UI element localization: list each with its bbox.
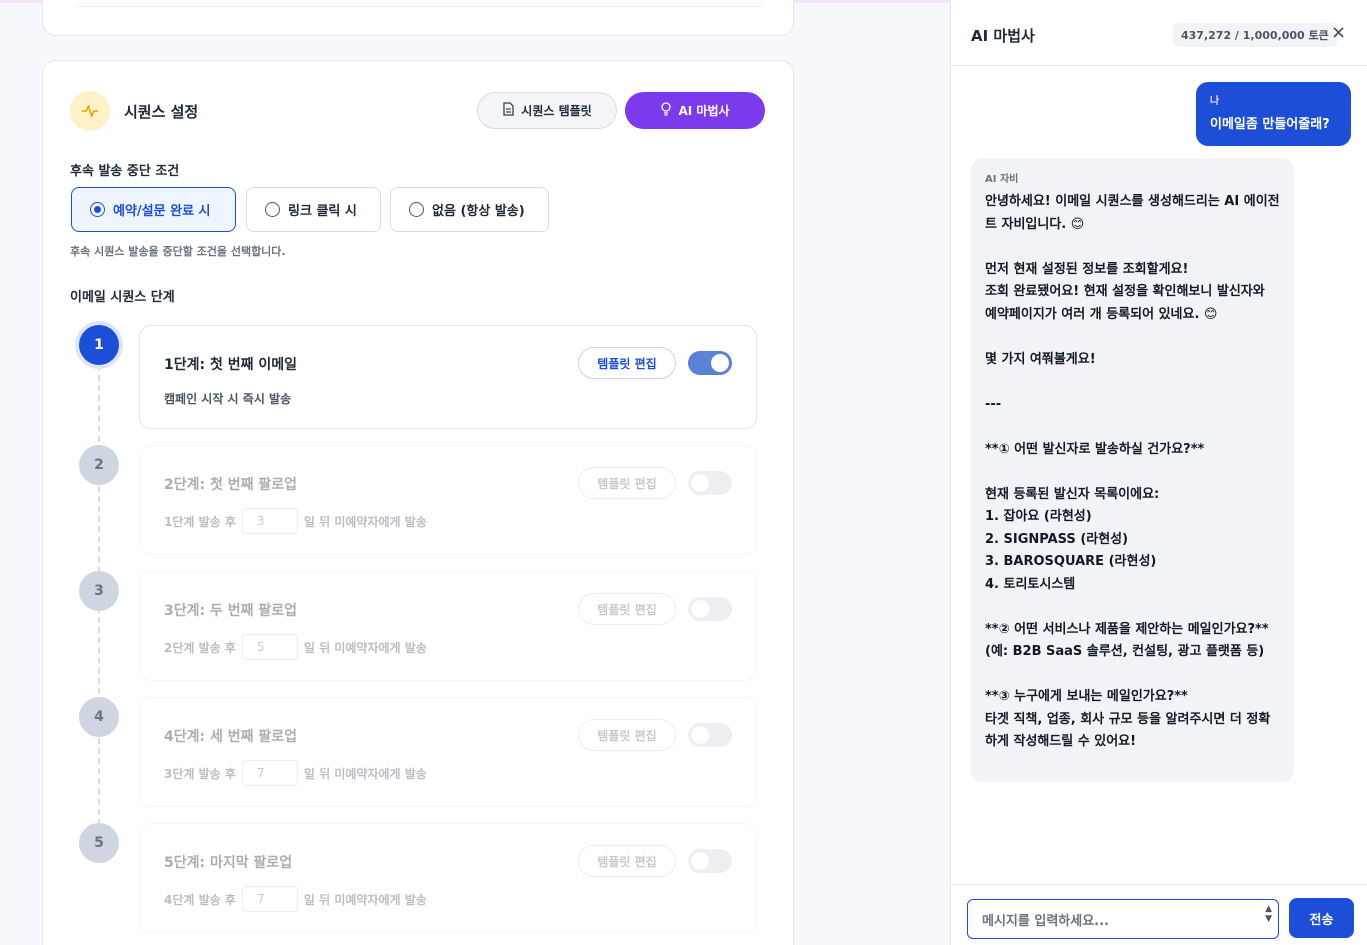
edit-template-button[interactable]: 템플릿 편집 [578, 845, 676, 877]
ai-wizard-label: AI 마법사 [678, 104, 730, 118]
message-input[interactable]: 메시지를 입력하세요... ▲ ▼ [967, 899, 1279, 939]
delay-suffix: 일 뒤 미예약자에게 발송 [303, 892, 427, 907]
resize-handle-icon[interactable]: ▲ ▼ [1265, 904, 1272, 924]
radio-dot [90, 202, 105, 217]
step-card-5: 5단계: 마지막 팔로업 4단계 발송 후 7 일 뒤 미예약자에게 발송 템플… [139, 823, 757, 933]
step-delay-row: 3단계 발송 후 7 일 뒤 미예약자에게 발송 [164, 760, 427, 786]
edit-template-button[interactable]: 템플릿 편집 [578, 347, 676, 379]
stop-condition-label: 후속 발송 중단 조건 [70, 164, 180, 179]
previous-card-field [73, 3, 763, 7]
step-toggle[interactable] [688, 849, 732, 873]
delay-suffix: 일 뒤 미예약자에게 발송 [303, 766, 427, 781]
stop-condition-hint: 후속 시퀀스 발송을 중단할 조건을 선택합니다. [70, 245, 286, 258]
radio-dot [265, 202, 280, 217]
step-delay-row: 1단계 발송 후 3 일 뒤 미예약자에게 발송 [164, 508, 427, 534]
section-title: 시퀀스 설정 [124, 103, 199, 121]
radio-label: 링크 클릭 시 [288, 204, 357, 219]
ai-message-bubble: AI 자비 안녕하세요! 이메일 시퀀스를 생성해드리는 AI 에이전트 자비입… [971, 158, 1294, 782]
delay-suffix: 일 뒤 미예약자에게 발송 [303, 640, 427, 655]
document-icon [502, 102, 515, 119]
token-usage-badge: 437,272 / 1,000,000 토큰 [1173, 23, 1337, 47]
radio-dot [409, 202, 424, 217]
radio-option-link-click[interactable]: 링크 클릭 시 [246, 187, 381, 232]
message-text: 이메일좀 만들어줄래? [1210, 117, 1330, 132]
step-title: 3단계: 두 번째 팔로업 [164, 603, 298, 619]
edit-template-button[interactable]: 템플릿 편집 [578, 719, 676, 751]
delay-prefix: 3단계 발송 후 [164, 766, 236, 781]
chat-input-bar: 메시지를 입력하세요... ▲ ▼ 전송 [951, 884, 1367, 945]
radio-label: 예약/설문 완료 시 [113, 204, 211, 219]
delay-days-input[interactable]: 7 [241, 760, 298, 786]
step-toggle[interactable] [688, 597, 732, 621]
user-message-bubble: 나 이메일좀 만들어줄래? [1196, 82, 1351, 146]
message-sender: AI 자비 [985, 174, 1019, 185]
delay-prefix: 2단계 발송 후 [164, 640, 236, 655]
step-card-3: 3단계: 두 번째 팔로업 2단계 발송 후 5 일 뒤 미예약자에게 발송 템… [139, 571, 757, 681]
email-sequence-label: 이메일 시퀀스 단계 [70, 290, 175, 305]
step-title: 1단계: 첫 번째 이메일 [164, 357, 298, 373]
step-toggle[interactable] [688, 471, 732, 495]
step-number: 5 [79, 823, 119, 863]
step-card-4: 4단계: 세 번째 팔로업 3단계 발송 후 7 일 뒤 미예약자에게 발송 템… [139, 697, 757, 807]
step-card-1: 1단계: 첫 번째 이메일 캠페인 시작 시 즉시 발송 템플릿 편집 [139, 325, 757, 429]
step-number: 3 [79, 571, 119, 611]
delay-days-input[interactable]: 5 [241, 634, 298, 660]
previous-card [42, 0, 794, 36]
sequence-template-button[interactable]: 시퀀스 템플릿 [477, 92, 617, 129]
step-toggle[interactable] [688, 723, 732, 747]
message-input-placeholder: 메시지를 입력하세요... [982, 913, 1109, 929]
activity-icon [70, 91, 110, 131]
edit-template-button[interactable]: 템플릿 편집 [578, 467, 676, 499]
step-toggle[interactable] [688, 351, 732, 375]
radio-label: 없음 (항상 발송) [432, 204, 525, 219]
step-title: 2단계: 첫 번째 팔로업 [164, 477, 298, 493]
step-title: 4단계: 세 번째 팔로업 [164, 729, 298, 745]
step-number: 4 [79, 697, 119, 737]
panel-title: AI 마법사 [971, 27, 1035, 45]
step-title: 5단계: 마지막 팔로업 [164, 855, 293, 871]
message-text: 안녕하세요! 이메일 시퀀스를 생성해드리는 AI 에이전트 자비입니다. 😊 … [985, 194, 1280, 749]
step-number: 1 [79, 325, 119, 365]
delay-prefix: 4단계 발송 후 [164, 892, 236, 907]
delay-days-input[interactable]: 3 [241, 508, 298, 534]
delay-suffix: 일 뒤 미예약자에게 발송 [303, 514, 427, 529]
message-sender: 나 [1210, 96, 1220, 107]
sequence-template-label: 시퀀스 템플릿 [521, 104, 592, 118]
send-button[interactable]: 전송 [1289, 898, 1354, 938]
step-subtitle: 캠페인 시작 시 즉시 발송 [164, 392, 292, 406]
edit-template-button[interactable]: 템플릿 편집 [578, 593, 676, 625]
ai-wizard-button[interactable]: AI 마법사 [625, 92, 765, 129]
delay-days-input[interactable]: 7 [241, 886, 298, 912]
step-number: 2 [79, 445, 119, 485]
delay-prefix: 1단계 발송 후 [164, 514, 236, 529]
step-card-2: 2단계: 첫 번째 팔로업 1단계 발송 후 3 일 뒤 미예약자에게 발송 템… [139, 445, 757, 555]
radio-option-booking[interactable]: 예약/설문 완료 시 [71, 187, 236, 232]
panel-header: AI 마법사 437,272 / 1,000,000 토큰 × [951, 0, 1367, 66]
close-icon[interactable]: × [1331, 22, 1346, 43]
radio-option-none[interactable]: 없음 (항상 발송) [390, 187, 549, 232]
lightbulb-icon [660, 102, 672, 119]
ai-wizard-panel: AI 마법사 437,272 / 1,000,000 토큰 × 나 이메일좀 만… [950, 0, 1367, 945]
step-delay-row: 4단계 발송 후 7 일 뒤 미예약자에게 발송 [164, 886, 427, 912]
step-delay-row: 2단계 발송 후 5 일 뒤 미예약자에게 발송 [164, 634, 427, 660]
